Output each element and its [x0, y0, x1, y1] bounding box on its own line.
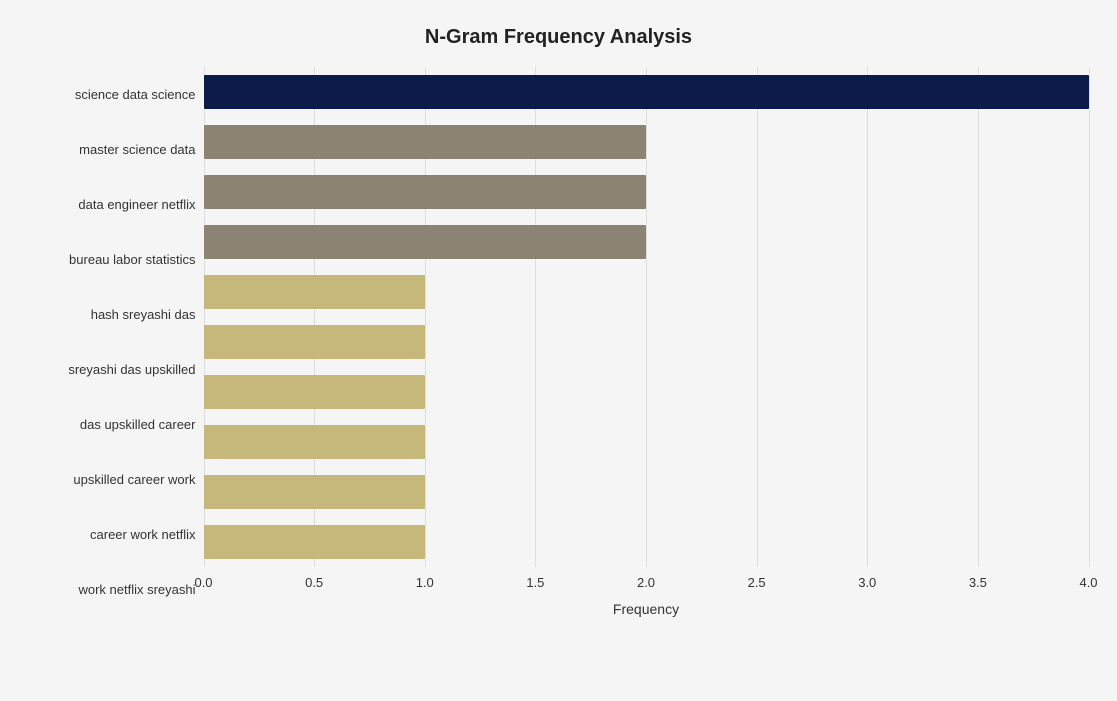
x-tick-label: 0.5 — [305, 575, 323, 590]
bar — [204, 175, 647, 209]
bar — [204, 75, 1089, 109]
x-axis: 0.00.51.01.52.02.53.03.54.0 Frequency — [204, 567, 1089, 617]
bar-row — [204, 267, 1089, 317]
y-label: data engineer netflix — [78, 178, 195, 230]
y-label: career work netflix — [90, 508, 195, 560]
chart-area: science data sciencemaster science datad… — [29, 67, 1089, 617]
bar-row — [204, 467, 1089, 517]
y-label: master science data — [79, 123, 195, 175]
chart-title: N-Gram Frequency Analysis — [29, 26, 1089, 49]
y-label: science data science — [75, 68, 196, 120]
bar-row — [204, 517, 1089, 567]
bar-row — [204, 217, 1089, 267]
y-label: upskilled career work — [73, 453, 195, 505]
bar — [204, 275, 425, 309]
bar-row — [204, 417, 1089, 467]
x-tick-label: 1.5 — [526, 575, 544, 590]
x-tick-label: 1.0 — [416, 575, 434, 590]
x-tick-label: 3.5 — [969, 575, 987, 590]
y-axis: science data sciencemaster science datad… — [29, 67, 204, 617]
x-tick-label: 0.0 — [194, 575, 212, 590]
bar — [204, 525, 425, 559]
bars-and-xaxis: 0.00.51.01.52.02.53.03.54.0 Frequency — [204, 67, 1089, 617]
grid-line — [1089, 67, 1090, 567]
bar — [204, 425, 425, 459]
x-tick-label: 2.5 — [748, 575, 766, 590]
bars-rows — [204, 67, 1089, 567]
x-axis-label: Frequency — [204, 601, 1089, 617]
x-ticks-container: 0.00.51.01.52.02.53.03.54.0 — [204, 567, 1089, 597]
y-label: bureau labor statistics — [69, 233, 195, 285]
bars-area — [204, 67, 1089, 567]
y-label: work netflix sreyashi — [78, 563, 195, 615]
y-label: sreyashi das upskilled — [68, 343, 195, 395]
y-label: hash sreyashi das — [91, 288, 196, 340]
bar — [204, 125, 647, 159]
bar-row — [204, 167, 1089, 217]
bar — [204, 375, 425, 409]
bar — [204, 475, 425, 509]
bar — [204, 325, 425, 359]
bar-row — [204, 367, 1089, 417]
bar — [204, 225, 647, 259]
bar-row — [204, 317, 1089, 367]
x-tick-label: 2.0 — [637, 575, 655, 590]
x-tick-label: 3.0 — [858, 575, 876, 590]
chart-container: N-Gram Frequency Analysis science data s… — [9, 6, 1109, 696]
y-label: das upskilled career — [80, 398, 196, 450]
bar-row — [204, 67, 1089, 117]
x-tick-label: 4.0 — [1079, 575, 1097, 590]
bar-row — [204, 117, 1089, 167]
